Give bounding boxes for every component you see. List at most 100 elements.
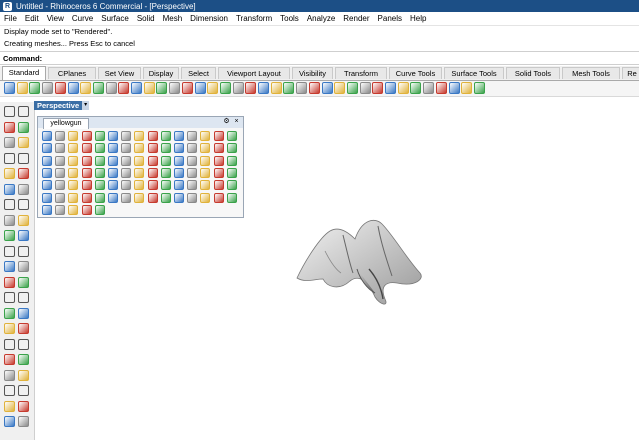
toolbar-tool-icon[interactable] [245,82,257,94]
sidebar-tool-icon[interactable] [18,261,29,272]
sidebar-tool-icon[interactable] [18,292,29,303]
palette-tool-icon[interactable] [42,167,52,178]
sidebar-tool-icon[interactable] [18,385,29,396]
sidebar-tool-icon[interactable] [18,276,29,288]
palette-tool-icon[interactable] [174,143,184,154]
palette-tool-icon[interactable] [213,167,224,178]
palette-tool-icon[interactable] [160,143,171,154]
palette-tool-icon[interactable] [81,192,92,203]
palette-tool-icon[interactable] [134,131,145,141]
palette-tool-icon[interactable] [174,167,184,178]
tab-surface-tools[interactable]: Surface Tools [444,67,504,79]
sidebar-tool-icon[interactable] [4,385,15,396]
palette-tool-icon[interactable] [226,155,237,166]
palette-tool-icon[interactable] [68,143,79,154]
palette-tool-icon[interactable] [68,167,79,178]
tab-standard[interactable]: Standard [2,66,46,80]
menu-solid[interactable]: Solid [133,14,159,23]
close-icon[interactable]: × [233,118,240,126]
tab-transform[interactable]: Transform [335,67,387,79]
palette-tool-icon[interactable] [81,155,92,166]
sidebar-tool-icon[interactable] [18,121,29,133]
palette-tool-icon[interactable] [226,167,237,178]
palette-tool-icon[interactable] [81,143,92,154]
palette-tool-icon[interactable] [55,143,66,154]
sidebar-tool-icon[interactable] [4,292,15,303]
sidebar-tool-icon[interactable] [4,338,15,350]
palette-tool-icon[interactable] [226,180,237,191]
toolbar-tool-icon[interactable] [283,82,295,94]
toolbar-tool-icon[interactable] [219,82,231,94]
sidebar-tool-icon[interactable] [18,183,29,195]
palette-tool-icon[interactable] [55,131,66,141]
palette-tool-icon[interactable] [121,167,132,178]
toolbar-tool-icon[interactable] [308,82,320,94]
toolbar-tool-icon[interactable] [207,82,219,94]
sidebar-tool-icon[interactable] [4,400,15,412]
palette-tool-icon[interactable] [213,131,224,141]
sidebar-tool-icon[interactable] [4,183,15,195]
palette-tool-icon[interactable] [94,192,105,203]
toolbar-tool-icon[interactable] [397,82,409,94]
toolbar-tool-icon[interactable] [359,82,371,94]
sidebar-tool-icon[interactable] [18,152,29,164]
sidebar-tool-icon[interactable] [4,245,15,257]
palette-tool-icon[interactable] [94,167,105,178]
sidebar-tool-icon[interactable] [18,354,29,365]
palette-tool-icon[interactable] [108,192,118,203]
palette-tool-icon[interactable] [226,192,237,203]
palette-tool-icon[interactable] [108,167,118,178]
menu-help[interactable]: Help [406,14,430,23]
sidebar-tool-icon[interactable] [4,230,15,241]
tab-mesh-tools[interactable]: Mesh Tools [562,67,620,79]
palette-tool-icon[interactable] [160,167,171,178]
palette-tool-icon[interactable] [226,143,237,154]
menu-view[interactable]: View [43,14,68,23]
sidebar-tool-icon[interactable] [4,214,15,226]
palette-tool-icon[interactable] [200,143,211,154]
toolbar-tool-icon[interactable] [42,82,54,94]
palette-tool-icon[interactable] [147,143,158,154]
menu-transform[interactable]: Transform [232,14,276,23]
palette-tool-icon[interactable] [121,155,132,166]
palette-tool-icon[interactable] [187,180,198,191]
toolbar-tool-icon[interactable] [435,82,447,94]
tab-solid-tools[interactable]: Solid Tools [506,67,560,79]
palette-tool-icon[interactable] [187,131,198,141]
palette-tool-icon[interactable] [108,180,118,191]
palette-tool-icon[interactable] [55,167,66,178]
toolbar-tool-icon[interactable] [194,82,206,94]
palette-tool-icon[interactable] [68,192,79,203]
menu-tools[interactable]: Tools [276,14,303,23]
menu-dimension[interactable]: Dimension [186,14,232,23]
palette-tool-icon[interactable] [55,155,66,166]
palette-tool-icon[interactable] [134,155,145,166]
sidebar-tool-icon[interactable] [4,121,15,133]
tab-cplanes[interactable]: CPlanes [48,67,96,79]
sidebar-tool-icon[interactable] [4,354,15,365]
tab-curve-tools[interactable]: Curve Tools [389,67,442,79]
palette-tool-icon[interactable] [81,204,92,215]
palette-tool-icon[interactable] [200,180,211,191]
palette-tool-icon[interactable] [213,192,224,203]
tab-viewport-layout[interactable]: Viewport Layout [218,67,290,79]
palette-tool-icon[interactable] [134,192,145,203]
menu-surface[interactable]: Surface [97,14,133,23]
toolbar-tool-icon[interactable] [372,82,384,94]
palette-tool-icon[interactable] [68,180,79,191]
menu-file[interactable]: File [0,14,21,23]
palette-tool-icon[interactable] [200,131,211,141]
toolbar-tool-icon[interactable] [258,82,269,94]
menu-edit[interactable]: Edit [21,14,43,23]
palette-tool-icon[interactable] [160,155,171,166]
sidebar-tool-icon[interactable] [18,245,29,257]
toolbar-tool-icon[interactable] [270,82,282,94]
toolbar-tool-icon[interactable] [385,82,396,94]
toolbar-tool-icon[interactable] [346,82,358,94]
palette-tool-icon[interactable] [94,131,105,141]
palette-tool-icon[interactable] [187,167,198,178]
sidebar-tool-icon[interactable] [4,137,15,148]
sidebar-tool-icon[interactable] [4,307,15,319]
toolbar-tool-icon[interactable] [105,82,117,94]
palette-tool-icon[interactable] [174,155,184,166]
